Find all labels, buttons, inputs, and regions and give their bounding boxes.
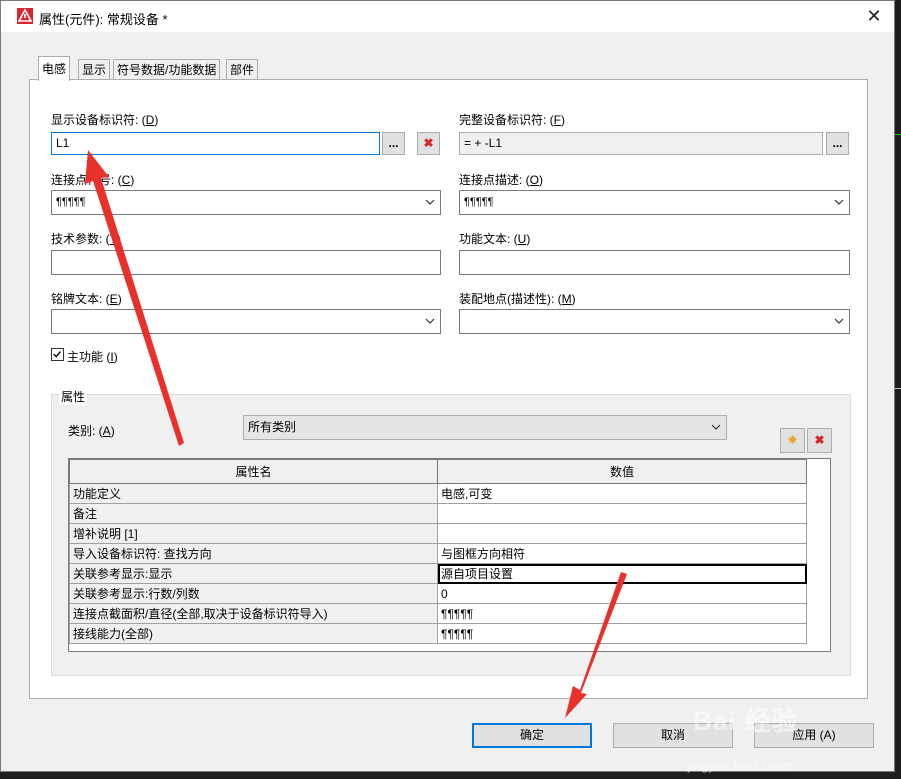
properties-table[interactable]: 属性名 数值 功能定义 电感,可变 备注 增补说明 [1] 导入设备标识符: 查找… <box>68 458 831 652</box>
property-name: 备注 <box>69 503 438 524</box>
properties-dialog: 属性(元件): 常规设备 * ✕ 电感 显示 符号数据/功能数据 部件 显示设备… <box>0 0 895 772</box>
tab-label: 符号数据/功能数据 <box>117 63 217 77</box>
checkmark-icon <box>53 351 61 358</box>
table-row[interactable]: 功能定义 电感,可变 <box>69 483 807 504</box>
conn-designation-combo[interactable]: ¶¶¶¶¶ <box>51 190 441 215</box>
display-dt-browse-button[interactable]: ... <box>382 132 405 155</box>
property-name: 增补说明 [1] <box>69 523 438 544</box>
function-text-label: 功能文本: (U) <box>459 232 531 246</box>
property-value[interactable]: ¶¶¶¶¶ <box>437 623 807 644</box>
property-name: 关联参考显示:行数/列数 <box>69 583 438 604</box>
main-function-label: 主功能 (I) <box>67 350 118 364</box>
nameplate-text-label: 铭牌文本: (E) <box>51 292 122 306</box>
properties-group-label: 属性 <box>59 388 88 405</box>
tab-label: 电感 <box>42 62 67 76</box>
property-value[interactable]: 0 <box>437 583 807 604</box>
column-header-value[interactable]: 数值 <box>437 459 807 484</box>
table-row[interactable]: 接线能力(全部) ¶¶¶¶¶ <box>69 623 807 644</box>
tab-display[interactable]: 显示 <box>78 59 111 80</box>
close-button[interactable]: ✕ <box>854 1 894 32</box>
chevron-down-icon <box>425 318 435 324</box>
chevron-down-icon <box>425 199 435 205</box>
property-value[interactable] <box>437 523 807 544</box>
watermark-url: jingyan.baidu.com <box>688 758 793 773</box>
full-dt-browse-button[interactable]: ... <box>826 132 849 155</box>
table-header-row: 属性名 数值 <box>69 459 807 484</box>
delete-icon: ✖ <box>423 136 434 150</box>
chevron-down-icon <box>834 199 844 205</box>
full-dt-label: 完整设备标识符: (F) <box>459 113 566 127</box>
table-row[interactable]: 关联参考显示:显示 源自项目设置 <box>69 563 807 584</box>
table-row[interactable]: 增补说明 [1] <box>69 523 807 544</box>
conn-description-label: 连接点描述: (O) <box>459 173 544 187</box>
display-dt-label: 显示设备标识符: (D) <box>51 113 159 127</box>
category-label: 类别: (A) <box>68 424 115 438</box>
function-text-input[interactable] <box>459 250 850 275</box>
display-dt-input[interactable]: L1 <box>51 132 380 155</box>
tech-params-input[interactable] <box>51 250 441 275</box>
property-value[interactable]: 与图框方向相符 <box>437 543 807 564</box>
property-name: 关联参考显示:显示 <box>69 563 438 584</box>
delete-property-button[interactable]: ✖ <box>807 428 832 453</box>
property-name: 导入设备标识符: 查找方向 <box>69 543 438 564</box>
property-value[interactable] <box>437 503 807 524</box>
display-dt-delete-button[interactable]: ✖ <box>417 132 440 155</box>
column-header-name[interactable]: 属性名 <box>69 459 438 484</box>
new-icon: ✷ <box>787 433 798 447</box>
add-property-button[interactable]: ✷ <box>780 428 805 453</box>
tab-label: 部件 <box>230 63 255 77</box>
category-combo[interactable]: 所有类别 <box>243 415 727 440</box>
tech-params-label: 技术参数: (T) <box>51 232 122 246</box>
tab-label: 显示 <box>82 63 107 77</box>
table-row[interactable]: 连接点截面积/直径(全部,取决于设备标识符导入) ¶¶¶¶¶ <box>69 603 807 624</box>
property-name: 连接点截面积/直径(全部,取决于设备标识符导入) <box>69 603 438 624</box>
property-value[interactable]: ¶¶¶¶¶ <box>437 603 807 624</box>
property-name: 接线能力(全部) <box>69 623 438 644</box>
property-value[interactable]: 源自项目设置 <box>437 563 807 584</box>
conn-designation-label: 连接点代号: (C) <box>51 173 135 187</box>
full-dt-input[interactable]: = + -L1 <box>459 132 823 155</box>
table-row[interactable]: 导入设备标识符: 查找方向 与图框方向相符 <box>69 543 807 564</box>
close-icon: ✕ <box>866 6 882 26</box>
tab-symbol-function-data[interactable]: 符号数据/功能数据 <box>113 59 221 80</box>
mounting-site-label: 装配地点(描述性): (M) <box>459 292 576 306</box>
delete-icon: ✖ <box>814 433 825 447</box>
property-value[interactable]: 电感,可变 <box>437 483 807 504</box>
nameplate-text-combo[interactable] <box>51 309 441 334</box>
main-function-checkbox[interactable] <box>51 348 64 361</box>
watermark-logo: Bai 经验 <box>693 706 799 736</box>
conn-description-combo[interactable]: ¶¶¶¶¶ <box>459 190 850 215</box>
table-row[interactable]: 关联参考显示:行数/列数 0 <box>69 583 807 604</box>
title-bar: 属性(元件): 常规设备 * ✕ <box>1 1 894 32</box>
app-icon <box>17 8 33 24</box>
chevron-down-icon <box>711 424 721 430</box>
tab-inductor[interactable]: 电感 <box>38 56 71 81</box>
table-row[interactable]: 备注 <box>69 503 807 524</box>
ok-button[interactable]: 确定 <box>472 723 592 748</box>
property-name: 功能定义 <box>69 483 438 504</box>
chevron-down-icon <box>834 318 844 324</box>
mounting-site-combo[interactable] <box>459 309 850 334</box>
tab-parts[interactable]: 部件 <box>226 59 259 80</box>
window-title: 属性(元件): 常规设备 * <box>39 12 168 27</box>
